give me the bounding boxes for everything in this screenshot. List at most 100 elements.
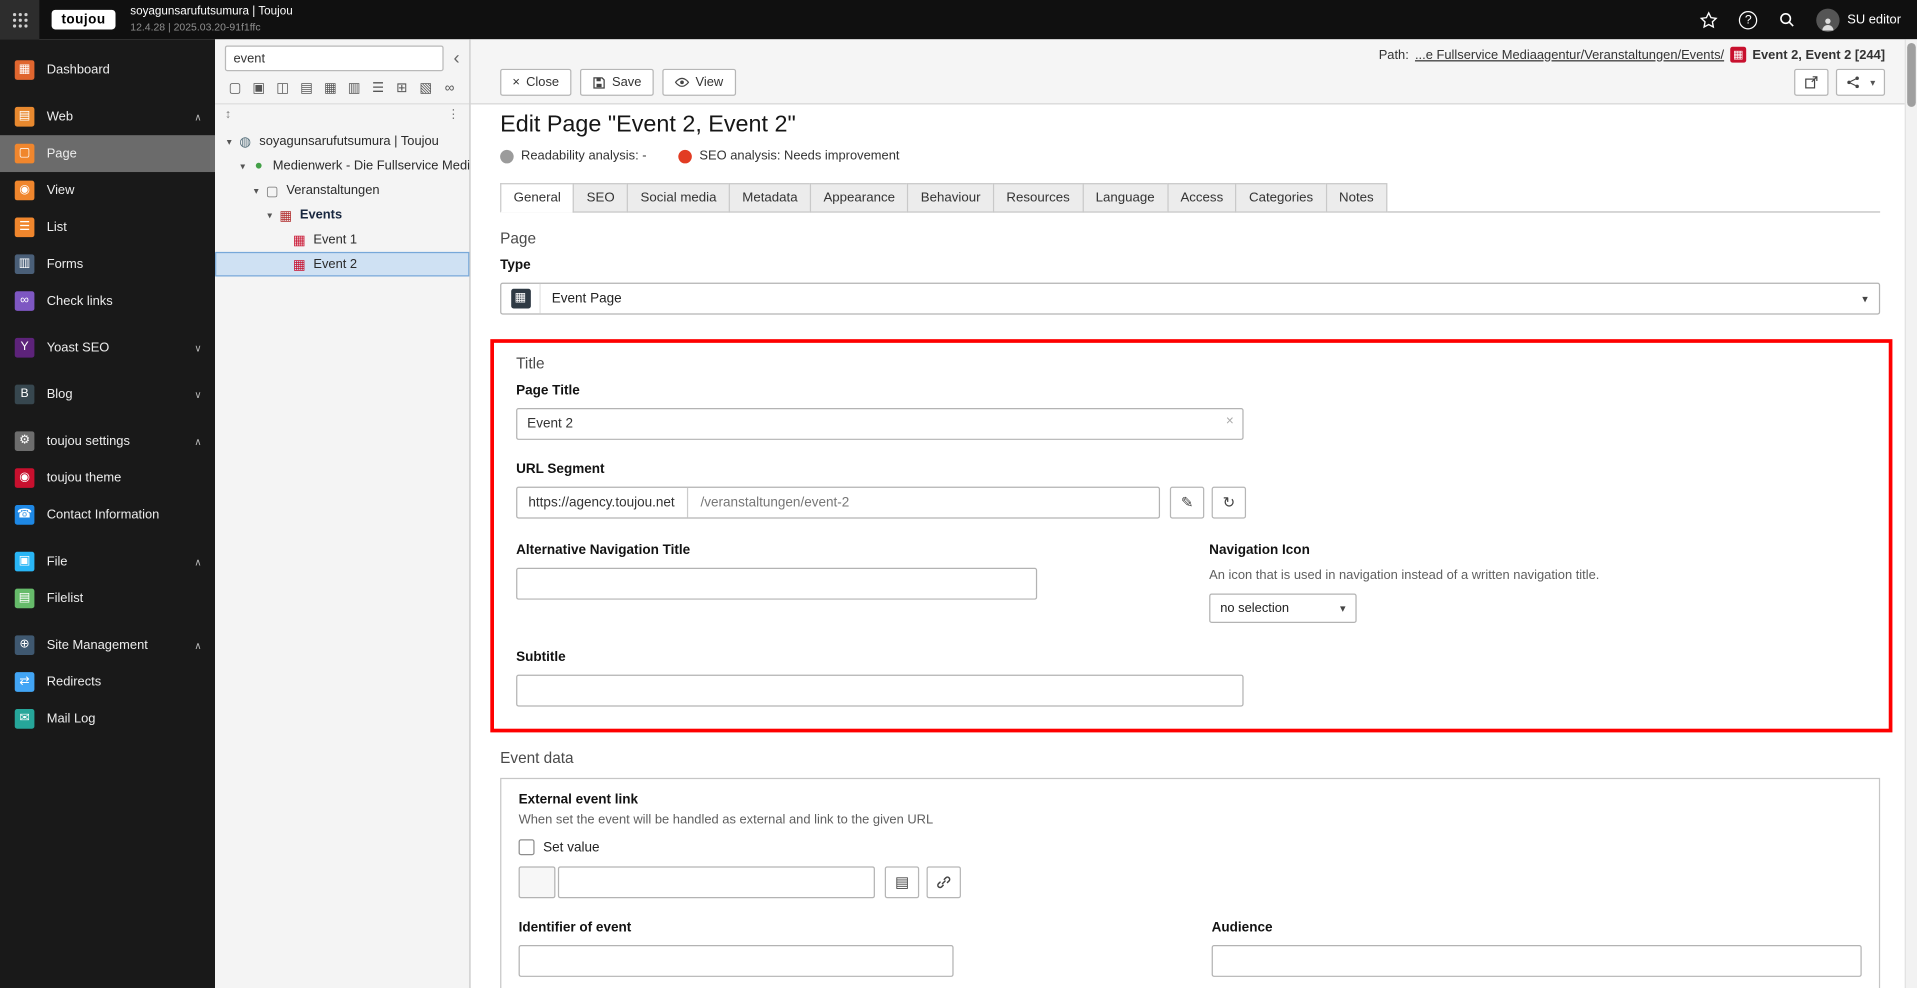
- tree-node-soyagunsarufutsumura-toujou[interactable]: ▾ ◍ soyagunsarufutsumura | Toujou: [215, 129, 469, 154]
- new-mount-point-icon[interactable]: ◫: [273, 79, 293, 99]
- chevron-expanded-icon[interactable]: ▾: [236, 160, 250, 171]
- chevron-up-icon: ∧: [194, 639, 202, 651]
- recalculate-url-button[interactable]: ↻: [1211, 486, 1247, 519]
- tab-categories[interactable]: Categories: [1235, 183, 1326, 213]
- external-link-input[interactable]: [557, 866, 875, 899]
- sidebar-item-label: Forms: [46, 256, 84, 272]
- tree-menu-dots-icon[interactable]: ⋮: [447, 108, 459, 122]
- sidebar-item-view[interactable]: ◉ View: [0, 172, 215, 209]
- audience-input[interactable]: [1211, 944, 1862, 977]
- view-button-label: View: [695, 74, 724, 90]
- dashboard-icon: ▦: [14, 60, 35, 80]
- subtitle-input[interactable]: [516, 674, 1244, 707]
- nav-icon-select[interactable]: no selection ▾: [1209, 593, 1357, 624]
- help-icon[interactable]: ?: [1739, 10, 1758, 29]
- sidebar-item-dashboard[interactable]: ▦ Dashboard: [0, 52, 215, 89]
- resize-handle-icon[interactable]: ↕: [225, 108, 231, 122]
- tree-node-medienwerk-die-fullservice-mediaag[interactable]: ▾ ● Medienwerk - Die Fullservice Mediaag: [215, 154, 469, 179]
- link-browser-button[interactable]: [926, 866, 961, 899]
- sidebar-item-contact-information[interactable]: ☎ Contact Information: [0, 496, 215, 533]
- tab-resources[interactable]: Resources: [992, 183, 1083, 213]
- scrollbar-thumb[interactable]: [1907, 43, 1916, 107]
- open-in-new-window-button[interactable]: [1794, 68, 1829, 96]
- edit-url-button[interactable]: ✎: [1169, 486, 1205, 519]
- tab-social-media[interactable]: Social media: [626, 183, 729, 213]
- share-button[interactable]: ▾: [1835, 68, 1886, 96]
- bookmark-star-icon[interactable]: [1700, 10, 1718, 28]
- sidebar-item-blog[interactable]: B Blog ∨: [0, 376, 215, 413]
- set-value-checkbox[interactable]: [518, 839, 535, 856]
- sidebar-item-label: Yoast SEO: [46, 340, 110, 356]
- sidebar-item-filelist[interactable]: ▤ Filelist: [0, 580, 215, 617]
- user-menu[interactable]: SU editor: [1816, 7, 1901, 32]
- tab-language[interactable]: Language: [1082, 183, 1167, 213]
- site-version: 12.4.28 | 2025.03.20-91f1ffc: [130, 20, 261, 33]
- sidebar-item-toujou-settings[interactable]: ⚙ toujou settings ∧: [0, 423, 215, 460]
- sidebar-item-forms[interactable]: ▥ Forms: [0, 246, 215, 283]
- page-type-select[interactable]: ▦ Event Page ▾: [500, 282, 1881, 315]
- identifier-input[interactable]: [518, 944, 954, 977]
- nav-icon-label: Navigation Icon: [1209, 543, 1310, 558]
- sidebar-item-label: toujou settings: [46, 433, 130, 449]
- alt-nav-title-input[interactable]: [516, 567, 1038, 600]
- sidebar-item-check-links[interactable]: ∞ Check links: [0, 283, 215, 320]
- chevron-down-icon: ▾: [1340, 601, 1346, 614]
- tab-metadata[interactable]: Metadata: [728, 183, 810, 213]
- sidebar-item-web[interactable]: ▤ Web ∧: [0, 98, 215, 135]
- event-data-section-label: Event data: [500, 749, 574, 767]
- path-link[interactable]: ...e Fullservice Mediaagentur/Veranstalt…: [1415, 47, 1724, 62]
- new-record-storage-icon[interactable]: ▥: [344, 79, 364, 99]
- chevron-expanded-icon[interactable]: ▾: [263, 210, 277, 221]
- sidebar-item-page[interactable]: ▢ Page: [0, 135, 216, 173]
- tab-notes[interactable]: Notes: [1325, 183, 1388, 213]
- new-shortcut-page-icon[interactable]: ▣: [249, 79, 269, 99]
- sidebar-item-toujou-theme[interactable]: ◉ toujou theme: [0, 460, 215, 497]
- open-in-new-window-icon: [1804, 75, 1819, 90]
- tree-search-row: ‹: [215, 39, 469, 76]
- sidebar-item-site-management[interactable]: ⊕ Site Management ∧: [0, 627, 215, 664]
- doc-header: Path: ...e Fullservice Mediaagentur/Vera…: [470, 39, 1917, 105]
- nav-icon-description: An icon that is used in navigation inste…: [1209, 567, 1600, 583]
- external-event-link-label: External event link: [518, 792, 639, 808]
- doc-header-secondary-buttons: ▾: [1794, 68, 1886, 96]
- new-spacer-icon[interactable]: ▤: [296, 79, 316, 99]
- search-icon[interactable]: [1778, 11, 1795, 28]
- tab-seo[interactable]: SEO: [573, 183, 627, 213]
- new-draft-page-icon[interactable]: ▧: [416, 79, 436, 99]
- sidebar-item-mail-log[interactable]: ✉ Mail Log: [0, 700, 215, 737]
- page-title-input[interactable]: [516, 407, 1244, 440]
- chevron-expanded-icon[interactable]: ▾: [222, 136, 236, 147]
- tab-behaviour[interactable]: Behaviour: [907, 183, 993, 213]
- view-button[interactable]: View: [662, 68, 736, 96]
- new-link-page-icon[interactable]: ∞: [440, 79, 460, 99]
- collapse-tree-icon[interactable]: ‹: [451, 49, 462, 67]
- sidebar-item-yoast-seo[interactable]: Y Yoast SEO ∨: [0, 329, 215, 366]
- tree-node-event-1[interactable]: ▦ Event 1: [215, 227, 469, 252]
- chevron-expanded-icon[interactable]: ▾: [249, 185, 263, 196]
- insert-record-button[interactable]: ▤: [884, 866, 920, 899]
- tab-access[interactable]: Access: [1166, 183, 1236, 213]
- main-layout: ▦ Dashboard ▤ Web ∧ ▢ Page ◉ View ☰ List ▥ Forms ∞ Che…: [0, 39, 1917, 988]
- tree-node-events[interactable]: ▾ ▦ Events: [215, 203, 469, 228]
- tab-appearance[interactable]: Appearance: [809, 183, 908, 213]
- clear-icon[interactable]: ×: [1226, 415, 1234, 429]
- page-tree-panel: ‹ ▢▣◫▤▦▥☰⊞▧∞ ↕ ⋮ ▾◍soyagunsarufutsumura …: [215, 39, 471, 988]
- audience-label: Audience: [1211, 920, 1273, 936]
- tree-node-event-2[interactable]: ▦ Event 2: [215, 251, 470, 277]
- sidebar-item-label: File: [46, 554, 68, 569]
- save-button[interactable]: Save: [580, 68, 654, 96]
- new-folder-icon[interactable]: ⊞: [392, 79, 412, 99]
- close-button[interactable]: × Close: [500, 68, 572, 96]
- modulemenu-toggle-button[interactable]: [0, 0, 40, 40]
- tab-general[interactable]: General: [500, 183, 574, 213]
- sidebar-item-redirects[interactable]: ⇄ Redirects: [0, 664, 215, 701]
- url-segment-input[interactable]: https://agency.toujou.net /veranstaltung…: [516, 486, 1161, 519]
- new-menu-page-icon[interactable]: ☰: [368, 79, 388, 99]
- sidebar-item-list[interactable]: ☰ List: [0, 209, 215, 246]
- topbar-actions: ? SU editor: [1700, 7, 1917, 32]
- new-page-icon[interactable]: ▢: [225, 79, 245, 99]
- tree-node-veranstaltungen[interactable]: ▾ ▢ Veranstaltungen: [215, 178, 469, 203]
- sidebar-item-file[interactable]: ▣ File ∧: [0, 543, 215, 580]
- new-event-page-icon[interactable]: ▦: [320, 79, 340, 99]
- tree-search-input[interactable]: [224, 45, 444, 72]
